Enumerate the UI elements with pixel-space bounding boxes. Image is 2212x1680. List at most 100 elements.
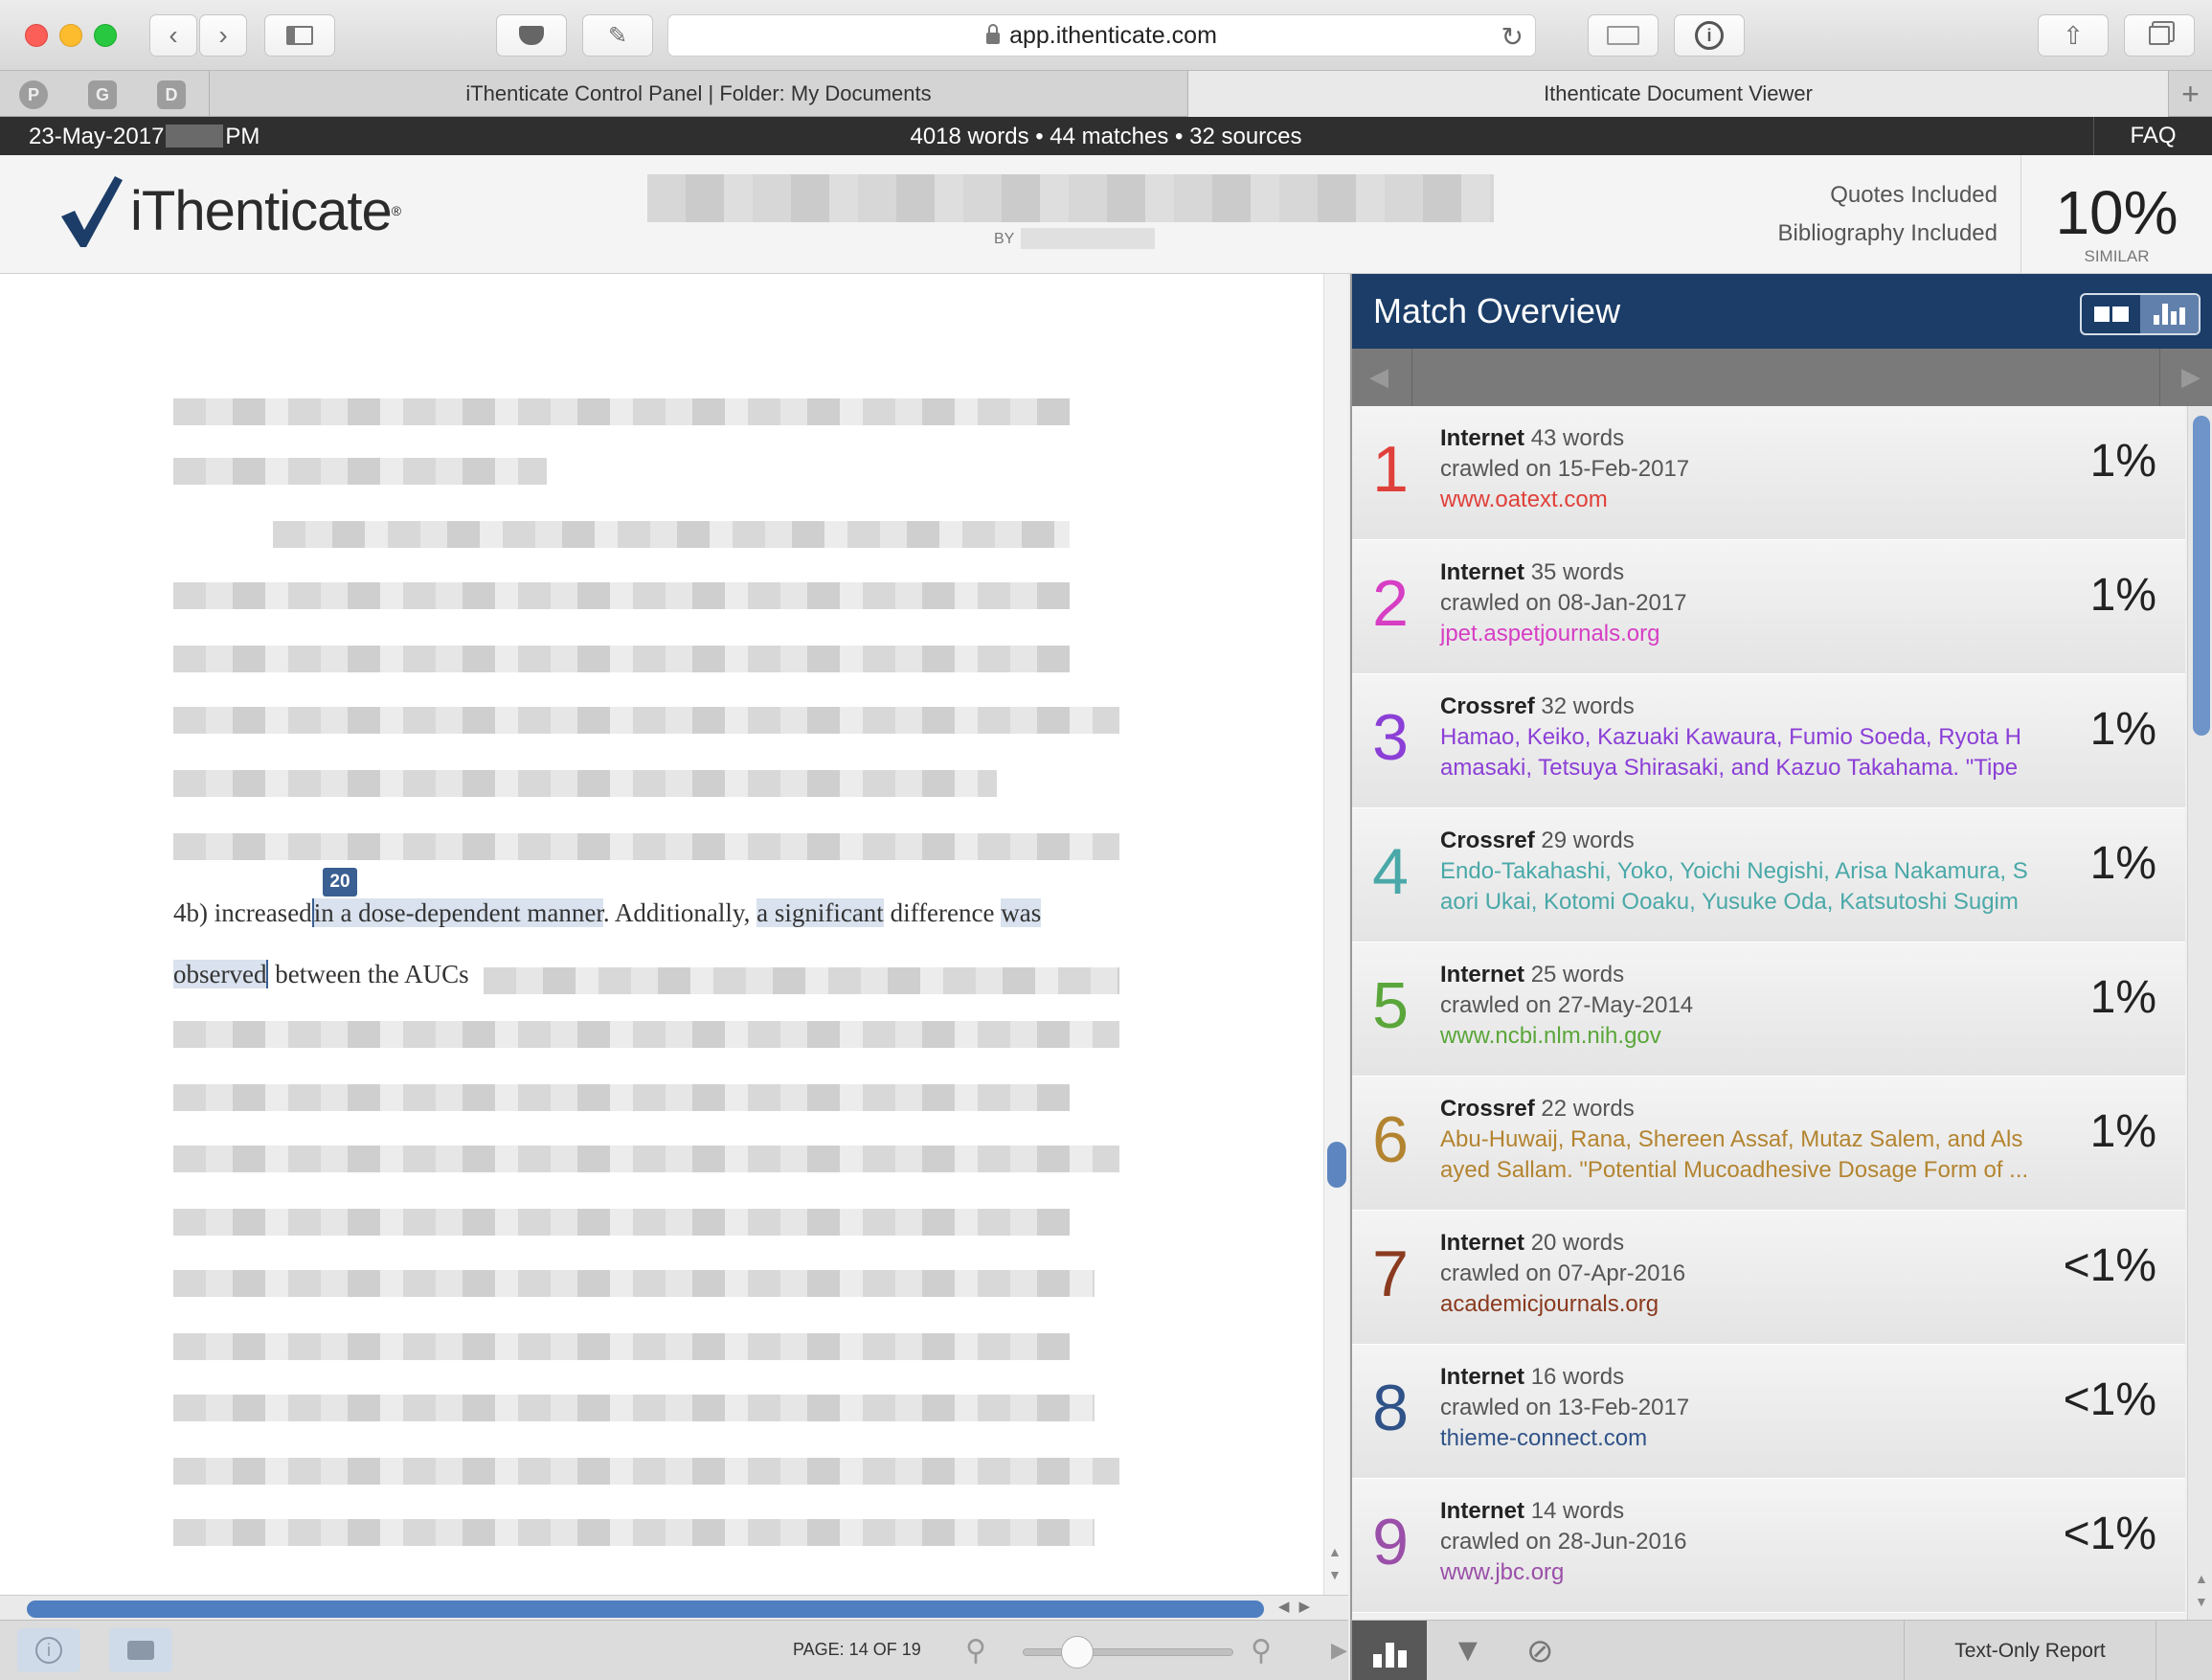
document-text-line: observed between the AUCs (173, 960, 469, 988)
reload-icon[interactable]: ↻ (1501, 21, 1524, 53)
highlighted-match[interactable]: was (1001, 898, 1042, 927)
evernote-button[interactable]: ✎ (582, 14, 653, 57)
collapse-panel-icon[interactable]: ▶ (1331, 1638, 1347, 1663)
match-item[interactable]: 1 Internet 43 words crawled on 15-Feb-2017… (1352, 406, 2185, 540)
document-stats: 4018 words • 44 matches • 32 sources (910, 124, 1302, 149)
redacted-text-line (173, 1146, 1119, 1172)
match-item[interactable]: 6 Crossref 22 words Abu-Huwaij, Rana, Sher… (1352, 1077, 2185, 1211)
scroll-down-icon[interactable]: ▼ (2195, 1594, 2208, 1609)
match-link[interactable]: amasaki, Tetsuya Shirasaki, and Kazuo Ta… (1440, 755, 2018, 782)
match-percent: 1% (2089, 1106, 2156, 1157)
match-link[interactable]: www.jbc.org (1440, 1559, 1564, 1586)
match-item[interactable]: 7 Internet 20 words crawled on 07-Apr-2016… (1352, 1211, 2185, 1345)
highlighted-match[interactable]: a significant (756, 898, 884, 927)
zoom-in-icon[interactable]: ⚲ (1251, 1634, 1272, 1668)
scrollbar-thumb[interactable] (2193, 416, 2210, 736)
match-detail: crawled on 07-Apr-2016 (1440, 1260, 1686, 1286)
match-item[interactable]: 4 Crossref 29 words Endo-Takahashi, Yoko, … (1352, 808, 2185, 942)
document-vertical-scrollbar[interactable]: ▲ ▼ (1323, 274, 1348, 1595)
zoom-window-button[interactable] (94, 24, 117, 47)
match-detail: Hamao, Keiko, Kazuaki Kawaura, Fumio Soe… (1440, 724, 2021, 750)
match-link[interactable]: academicjournals.org (1440, 1291, 1659, 1318)
pocket-button[interactable] (496, 14, 567, 57)
redacted-text-line (173, 398, 1070, 425)
scroll-up-icon[interactable]: ▲ (2195, 1571, 2208, 1586)
match-link[interactable]: thieme-connect.com (1440, 1425, 1647, 1452)
print-button[interactable] (109, 1628, 172, 1672)
match-overview-panel: Match Overview ◀ ▶ 1 Internet 43 words cra… (1350, 274, 2212, 1620)
match-item[interactable]: 2 Internet 35 words crawled on 08-Jan-2017… (1352, 540, 2185, 674)
url-text: app.ithenticate.com (1009, 21, 1217, 49)
match-item[interactable]: 8 Internet 16 words crawled on 13-Feb-2017… (1352, 1345, 2185, 1479)
match-badge[interactable]: 20 (323, 868, 357, 897)
scroll-down-icon[interactable]: ▼ (1328, 1567, 1342, 1582)
pinned-tab-d[interactable]: D (157, 80, 186, 109)
match-overview-tab[interactable] (1352, 1621, 1427, 1680)
back-button[interactable]: ‹ (149, 14, 197, 57)
match-link[interactable]: ayed Sallam. "Potential Mucoadhesive Dos… (1440, 1157, 2028, 1184)
report-filters[interactable]: Quotes Included Bibliography Included (1778, 176, 1998, 253)
printer-icon (127, 1641, 154, 1660)
scroll-arrows-icon[interactable]: ◀▶ (1278, 1598, 1320, 1615)
exclude-icon[interactable]: ⊘ (1526, 1632, 1554, 1670)
new-tab-button[interactable]: + (2168, 71, 2212, 117)
tab-document-viewer[interactable]: Ithenticate Document Viewer (1187, 71, 2168, 117)
list-view-button[interactable] (2082, 295, 2140, 333)
pinned-tab-g[interactable]: G (88, 80, 117, 109)
text-only-report-button[interactable]: Text-Only Report (1904, 1621, 2156, 1680)
view-toggle[interactable] (2080, 293, 2201, 335)
match-link[interactable]: aori Ukai, Kotomi Ooaku, Yusuke Oda, Kat… (1440, 889, 2019, 916)
faq-link[interactable]: FAQ (2093, 117, 2212, 155)
highlighted-match[interactable]: in a dose-dependent manner (311, 898, 603, 927)
zoom-slider-handle[interactable] (1061, 1636, 1094, 1669)
match-number: 5 (1372, 969, 1409, 1042)
filter-icon[interactable]: ▼ (1452, 1632, 1484, 1669)
previous-match-icon[interactable]: ◀ (1369, 362, 1388, 392)
match-detail: Endo-Takahashi, Yoko, Yoichi Negishi, Ar… (1440, 858, 2028, 884)
scrollbar-thumb[interactable] (1327, 1142, 1346, 1188)
share-button[interactable]: ⇧ (2038, 14, 2109, 57)
forward-button[interactable]: › (199, 14, 247, 57)
similarity-label: SIMILAR (2084, 247, 2150, 265)
match-list[interactable]: 1 Internet 43 words crawled on 15-Feb-2017… (1352, 406, 2185, 1620)
bibliography-filter[interactable]: Bibliography Included (1778, 215, 1998, 253)
panel-toolbar: ▼ ⊘ Text-Only Report (1350, 1620, 2212, 1680)
match-item[interactable]: 3 Crossref 32 words Hamao, Keiko, Kazuaki … (1352, 674, 2185, 808)
match-link[interactable]: www.ncbi.nlm.nih.gov (1440, 1023, 1661, 1050)
match-link[interactable]: www.oatext.com (1440, 487, 1608, 513)
match-item[interactable]: 9 Internet 14 words crawled on 28-Jun-2016… (1352, 1479, 2185, 1613)
document-horizontal-scrollbar[interactable]: ◀▶ (0, 1595, 1348, 1620)
scroll-up-icon[interactable]: ▲ (1328, 1544, 1342, 1559)
quotes-filter[interactable]: Quotes Included (1778, 176, 1998, 215)
ithenticate-logo: iThenticate ® (59, 172, 401, 249)
highlighted-match[interactable]: observed (173, 960, 269, 988)
close-window-button[interactable] (25, 24, 48, 47)
address-bar[interactable]: app.ithenticate.com ↻ (667, 14, 1536, 57)
tabs-overview-button[interactable] (2124, 14, 2195, 57)
document-viewer[interactable]: 20 4b) increasedin a dose-dependent mann… (0, 274, 1323, 1595)
minimize-window-button[interactable] (59, 24, 82, 47)
scrollbar-thumb[interactable] (27, 1601, 1264, 1618)
bar-view-button[interactable] (2140, 295, 2199, 333)
match-detail: crawled on 28-Jun-2016 (1440, 1529, 1687, 1555)
match-item[interactable]: 5 Internet 25 words crawled on 27-May-2014… (1352, 942, 2185, 1077)
similarity-percent: 10% (2055, 178, 2178, 247)
tab-control-panel[interactable]: iThenticate Control Panel | Folder: My D… (209, 71, 1187, 117)
pinned-tab-pinterest[interactable]: P (19, 80, 48, 109)
redacted-text-line (173, 646, 1070, 672)
sidebar-toggle-button[interactable] (264, 14, 335, 57)
password-manager-button[interactable]: i (1674, 14, 1745, 57)
chevron-right-icon: › (218, 20, 228, 50)
plus-icon: + (2181, 76, 2200, 111)
zoom-slider[interactable] (1023, 1648, 1233, 1656)
panel-title: Match Overview (1373, 291, 1621, 330)
zoom-out-icon[interactable]: ⚲ (965, 1634, 986, 1668)
match-source: Internet 25 words (1440, 962, 1625, 988)
next-match-icon[interactable]: ▶ (2181, 362, 2201, 392)
reader-button[interactable] (1588, 14, 1659, 57)
info-button[interactable]: i (17, 1628, 80, 1672)
match-link[interactable]: jpet.aspetjournals.org (1440, 621, 1659, 647)
match-percent: <1% (2063, 1509, 2156, 1559)
panel-scrollbar[interactable]: ▲ ▼ (2187, 406, 2212, 1620)
redacted-text-line (273, 521, 1070, 548)
